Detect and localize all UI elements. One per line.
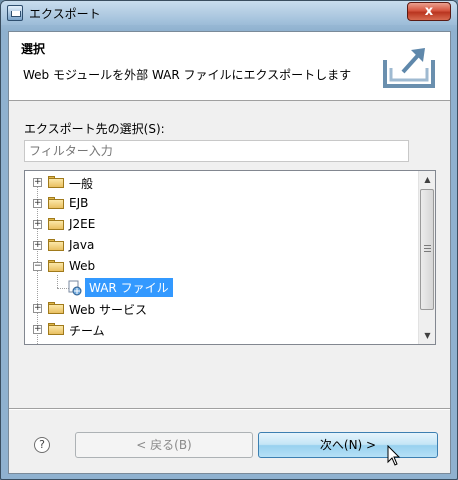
scroll-thumb[interactable] (420, 189, 434, 310)
tree-item-label: Java (69, 238, 95, 252)
tree-item-general[interactable]: + 一般 (25, 172, 418, 193)
tree-scrollbar[interactable]: ▲ ▼ (418, 171, 435, 344)
tree-item-web-services[interactable]: + Web サービス (25, 298, 418, 319)
open-folder-icon (48, 260, 64, 272)
export-dialog: エクスポート x 選択 Web モジュールを外部 WAR ファイルにエクスポート… (0, 0, 458, 480)
tree-item-label: J2EE (69, 217, 96, 231)
close-button[interactable]: x (407, 2, 451, 21)
tree-item-web[interactable]: − Web (25, 256, 418, 277)
help-icon[interactable]: ? (34, 437, 50, 453)
mouse-cursor-icon (387, 445, 401, 466)
filter-input[interactable] (24, 140, 409, 162)
export-type-tree[interactable]: + 一般 + EJB + J2EE + Java − Web WAR ファイル … (24, 170, 436, 345)
page-title: 選択 (21, 42, 46, 56)
tree-item-label: 一般 (69, 177, 94, 191)
tree-item-team[interactable]: + チーム (25, 319, 418, 340)
expand-icon[interactable]: + (33, 325, 42, 334)
expand-icon[interactable]: + (33, 241, 42, 250)
tree-item-ejb[interactable]: + EJB (25, 193, 418, 214)
wizard-header: 選択 Web モジュールを外部 WAR ファイルにエクスポートします (9, 32, 450, 101)
grip-line (424, 248, 431, 249)
window-title: エクスポート (29, 7, 101, 21)
collapse-icon[interactable]: − (33, 262, 42, 271)
expand-icon[interactable]: + (33, 178, 42, 187)
tree-item-war-file[interactable]: WAR ファイル (25, 277, 418, 298)
folder-icon (48, 218, 64, 230)
folder-icon (48, 302, 64, 314)
scroll-down-arrow-icon[interactable]: ▼ (419, 327, 435, 344)
destination-label: エクスポート先の選択(S): (24, 122, 165, 136)
title-bar[interactable]: エクスポート x (1, 1, 457, 25)
war-file-icon (68, 280, 82, 296)
folder-icon (48, 323, 64, 335)
tree-item-label: Web サービス (69, 303, 147, 317)
next-button[interactable]: 次へ(N) > (258, 432, 438, 458)
tree-item-label: チーム (69, 324, 105, 338)
tree-item-label: WAR ファイル (85, 278, 173, 297)
expand-icon[interactable]: + (33, 304, 42, 313)
grip-line (424, 245, 431, 246)
dialog-client-area: 選択 Web モジュールを外部 WAR ファイルにエクスポートします エクスポー… (8, 31, 451, 474)
folder-icon (48, 197, 64, 209)
tree-item-java[interactable]: + Java (25, 235, 418, 256)
export-wizard-icon (383, 48, 435, 88)
back-button: < 戻る(B) (75, 432, 253, 458)
expand-icon[interactable]: + (33, 199, 42, 208)
tree-item-j2ee[interactable]: + J2EE (25, 214, 418, 235)
tree-item-label: EJB (69, 196, 89, 210)
folder-icon (48, 239, 64, 251)
page-description: Web モジュールを外部 WAR ファイルにエクスポートします (23, 68, 352, 82)
scroll-up-arrow-icon[interactable]: ▲ (419, 171, 435, 188)
folder-icon (48, 176, 64, 188)
app-icon (7, 5, 23, 21)
tree-item-label: Web (69, 259, 96, 273)
footer-divider-highlight (9, 409, 450, 410)
grip-line (424, 251, 431, 252)
expand-icon[interactable]: + (33, 220, 42, 229)
